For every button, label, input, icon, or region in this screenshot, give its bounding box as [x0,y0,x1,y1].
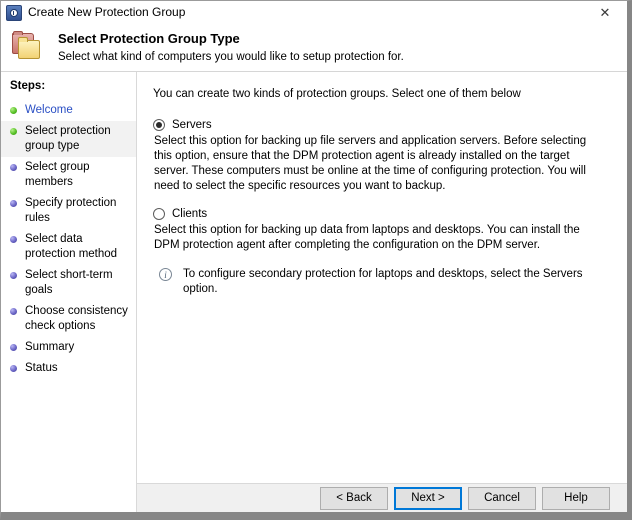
option-clients-label: Clients [172,208,208,220]
bullet-icon [10,365,17,372]
dpm-clock-icon [6,4,22,21]
button-bar: < Back Next > Cancel Help [137,484,627,512]
sidebar-item-label: Welcome [25,104,73,116]
sidebar-item-choose-consistency-check-options[interactable]: Choose consistency check options [1,301,136,337]
dialog-body: Steps: Welcome Select protection group t… [1,72,627,512]
sidebar-item-label: Status [25,362,58,374]
content-column: You can create two kinds of protection g… [137,72,627,512]
sidebar-item-select-protection-group-type[interactable]: Select protection group type [1,121,136,157]
info-icon: i [159,268,172,281]
bullet-icon [10,107,17,114]
sidebar-item-specify-protection-rules[interactable]: Specify protection rules [1,193,136,229]
bullet-icon [10,128,17,135]
folders-icon [11,31,47,65]
option-clients-description: Select this option for backing up data f… [154,224,580,251]
wizard-header: Select Protection Group Type Select what… [1,25,627,72]
sidebar-item-label: Select group members [25,161,90,188]
cancel-button[interactable]: Cancel [468,487,536,510]
header-text-block: Select Protection Group Type Select what… [58,30,404,65]
title-bar: Create New Protection Group ✕ [1,1,627,25]
sidebar-item-label: Select protection group type [25,125,111,152]
bullet-icon [10,272,17,279]
help-button[interactable]: Help [542,487,610,510]
option-servers-description: Select this option for backing up file s… [154,135,587,192]
sidebar-item-label: Choose consistency check options [25,305,128,332]
sidebar-item-label: Select short-term goals [25,269,113,296]
bullet-icon [10,236,17,243]
steps-label: Steps: [10,80,46,92]
radio-servers[interactable] [153,119,165,131]
sidebar-item-welcome[interactable]: Welcome [1,100,136,121]
option-servers[interactable]: Servers Select this option for backing u… [153,119,613,194]
sidebar-item-select-short-term-goals[interactable]: Select short-term goals [1,265,136,301]
window-title: Create New Protection Group [28,5,186,19]
option-clients[interactable]: Clients Select this option for backing u… [153,208,613,297]
intro-text: You can create two kinds of protection g… [153,88,521,100]
steps-sidebar: Steps: Welcome Select protection group t… [1,72,137,512]
info-note: i To configure secondary protection for … [159,267,613,297]
bullet-icon [10,164,17,171]
back-button[interactable]: < Back [320,487,388,510]
content-panel: You can create two kinds of protection g… [137,72,627,484]
close-icon[interactable]: ✕ [583,1,627,24]
bullet-icon [10,344,17,351]
next-button[interactable]: Next > [394,487,462,510]
sidebar-item-label: Summary [25,341,75,353]
bullet-icon [10,308,17,315]
sidebar-item-label: Select data protection method [25,233,118,260]
page-subtitle: Select what kind of computers you would … [58,51,404,63]
option-servers-label: Servers [172,119,212,131]
page-title: Select Protection Group Type [58,31,240,46]
option-servers-header[interactable]: Servers [153,119,613,131]
option-clients-header[interactable]: Clients [153,208,613,220]
sidebar-item-select-group-members[interactable]: Select group members [1,157,136,193]
sidebar-item-label: Specify protection rules [25,197,117,224]
sidebar-item-status[interactable]: Status [1,358,136,379]
create-protection-group-dialog: Create New Protection Group ✕ Select Pro… [0,0,632,520]
sidebar-item-summary[interactable]: Summary [1,337,136,358]
info-note-text: To configure secondary protection for la… [183,268,583,295]
bullet-icon [10,200,17,207]
folder-front-shape [18,37,40,59]
sidebar-item-select-data-protection-method[interactable]: Select data protection method [1,229,136,265]
radio-clients[interactable] [153,208,165,220]
